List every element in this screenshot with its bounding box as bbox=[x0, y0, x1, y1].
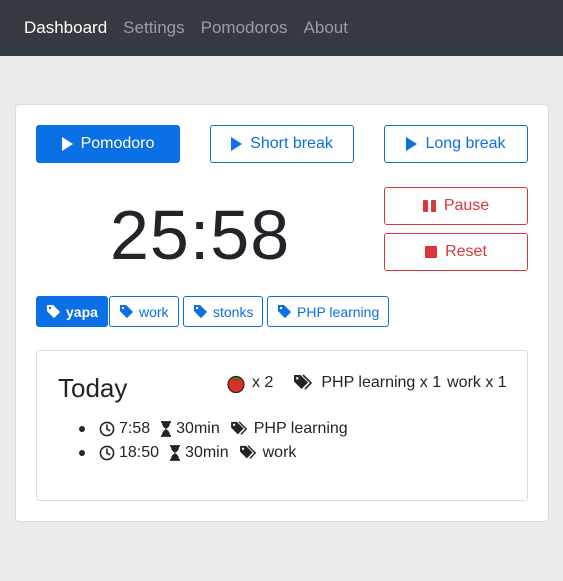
today-session-list: 7:58 30min PHP learning 18:50 30min work bbox=[79, 417, 348, 465]
clock-icon bbox=[99, 445, 115, 461]
pause-button[interactable]: Pause bbox=[384, 187, 528, 225]
play-icon bbox=[406, 137, 418, 151]
bullet bbox=[79, 450, 85, 456]
pomodoro-mode-button[interactable]: Pomodoro bbox=[36, 125, 180, 163]
tag-button-yapa[interactable]: yapa bbox=[36, 296, 108, 327]
session-duration: 30min bbox=[176, 420, 220, 437]
tag-icon bbox=[119, 304, 134, 319]
tag-icon bbox=[277, 304, 292, 319]
nav-pomodoros[interactable]: Pomodoros bbox=[201, 18, 288, 38]
tags-icon bbox=[294, 374, 313, 390]
bullet bbox=[79, 426, 85, 432]
hourglass-icon bbox=[170, 445, 181, 461]
session-time: 7:58 bbox=[119, 420, 151, 437]
list-item: 18:50 30min work bbox=[79, 441, 348, 465]
list-item: 7:58 30min PHP learning bbox=[79, 417, 348, 441]
reset-button[interactable]: Reset bbox=[384, 233, 528, 271]
clock-icon bbox=[99, 421, 115, 437]
tag-button-stonks[interactable]: stonks bbox=[183, 296, 264, 327]
tag-summary-item: work x 1 bbox=[447, 374, 507, 391]
top-navbar: Dashboard Settings Pomodoros About bbox=[0, 0, 563, 56]
session-duration: 30min bbox=[185, 444, 229, 461]
long-break-mode-button[interactable]: Long break bbox=[384, 125, 528, 163]
hourglass-icon bbox=[161, 421, 172, 437]
tag-icon bbox=[193, 304, 208, 319]
nav-about[interactable]: About bbox=[304, 18, 348, 38]
play-icon bbox=[231, 137, 243, 151]
reset-label: Reset bbox=[445, 243, 487, 260]
pause-icon bbox=[422, 200, 436, 212]
today-panel: Today x 2 PHP learning x 1 work x 1 7:58… bbox=[36, 350, 528, 501]
tag-summary-item: PHP learning x 1 bbox=[321, 374, 442, 391]
session-time: 18:50 bbox=[119, 444, 160, 461]
nav-dashboard[interactable]: Dashboard bbox=[24, 18, 107, 38]
pause-label: Pause bbox=[443, 197, 490, 214]
tag-label: yapa bbox=[66, 303, 98, 320]
tag-label: PHP learning bbox=[297, 303, 380, 320]
tags-icon bbox=[230, 421, 247, 435]
today-title: Today bbox=[58, 373, 128, 403]
pomodoro-count: x 2 bbox=[252, 374, 274, 391]
tag-button-php-learning[interactable]: PHP learning bbox=[267, 296, 390, 327]
tag-label: work bbox=[139, 303, 169, 320]
session-tag: work bbox=[262, 444, 297, 461]
short-break-mode-label: Short break bbox=[250, 135, 333, 152]
timer-card: Pomodoro Short break Long break 25:58 Pa… bbox=[15, 104, 549, 522]
pomodoro-mode-label: Pomodoro bbox=[80, 135, 155, 152]
timer-display: 25:58 bbox=[110, 196, 291, 274]
tags-icon bbox=[239, 445, 256, 459]
play-icon bbox=[61, 137, 73, 151]
short-break-mode-button[interactable]: Short break bbox=[210, 125, 354, 163]
stop-icon bbox=[425, 246, 438, 258]
today-summary: x 2 PHP learning x 1 work x 1 bbox=[226, 373, 507, 393]
nav-settings[interactable]: Settings bbox=[123, 18, 184, 38]
session-tag: PHP learning bbox=[253, 420, 348, 437]
tomato-icon bbox=[227, 375, 245, 393]
tag-label: stonks bbox=[213, 303, 254, 320]
tag-icon bbox=[46, 304, 61, 319]
tag-button-work[interactable]: work bbox=[109, 296, 179, 327]
long-break-mode-label: Long break bbox=[425, 135, 506, 152]
